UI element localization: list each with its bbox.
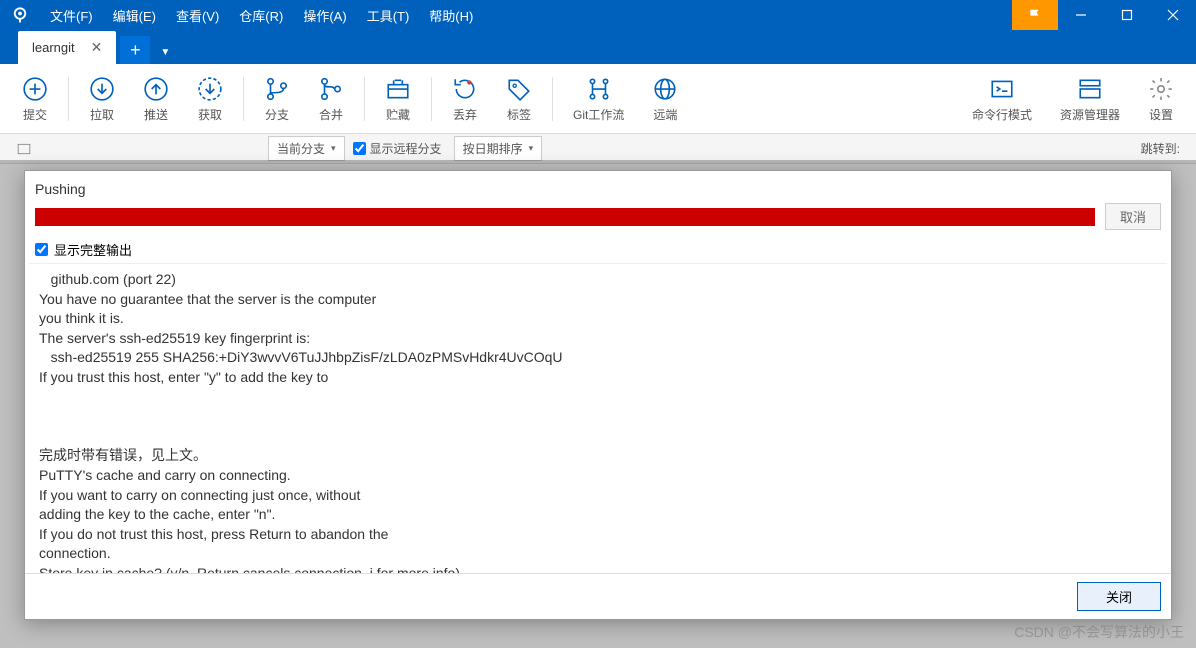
down-circle-icon bbox=[89, 74, 115, 104]
toolbar: 提交 拉取 推送 获取 分支 合并 贮藏 丢弃 标签 Git工作流 远 bbox=[0, 64, 1196, 134]
terminal-icon bbox=[989, 74, 1015, 104]
menubar: 文件(F) 编辑(E) 查看(V) 仓库(R) 操作(A) 工具(T) 帮助(H… bbox=[0, 0, 1196, 30]
pull-button[interactable]: 拉取 bbox=[75, 70, 129, 127]
globe-icon bbox=[652, 74, 678, 104]
flag-button[interactable] bbox=[1012, 0, 1058, 30]
explorer-button[interactable]: 资源管理器 bbox=[1046, 70, 1134, 127]
show-remote-checkbox[interactable]: 显示远程分支 bbox=[353, 140, 442, 157]
watermark: CSDN @不会写算法的小王 bbox=[1014, 622, 1184, 642]
minimize-button[interactable] bbox=[1058, 0, 1104, 30]
tab-close-icon[interactable]: ✕ bbox=[85, 37, 109, 58]
tag-icon bbox=[506, 74, 532, 104]
fetch-circle-icon bbox=[197, 74, 223, 104]
output-pane[interactable]: github.com (port 22) You have no guarant… bbox=[29, 263, 1167, 573]
settings-button[interactable]: 设置 bbox=[1134, 70, 1188, 127]
close-button[interactable]: 关闭 bbox=[1077, 582, 1161, 611]
close-window-button[interactable] bbox=[1150, 0, 1196, 30]
menu-repo[interactable]: 仓库(R) bbox=[229, 0, 293, 30]
chevron-down-icon: ▾ bbox=[331, 143, 336, 154]
dialog-title: Pushing bbox=[25, 171, 1171, 203]
tab-learngit[interactable]: learngit ✕ bbox=[18, 31, 116, 64]
tab-add-button[interactable]: + bbox=[120, 36, 150, 64]
fetch-button[interactable]: 获取 bbox=[183, 70, 237, 127]
merge-button[interactable]: 合并 bbox=[304, 70, 358, 127]
remote-button[interactable]: 远端 bbox=[638, 70, 692, 127]
commit-button[interactable]: 提交 bbox=[8, 70, 62, 127]
show-full-output-checkbox[interactable]: 显示完整输出 bbox=[25, 236, 1171, 263]
branch-icon bbox=[264, 74, 290, 104]
panel-icon bbox=[16, 142, 32, 156]
gear-icon bbox=[1148, 74, 1174, 104]
discard-button[interactable]: 丢弃 bbox=[438, 70, 492, 127]
tag-button[interactable]: 标签 bbox=[492, 70, 546, 127]
menu-help[interactable]: 帮助(H) bbox=[419, 0, 483, 30]
sort-dropdown[interactable]: 按日期排序▾ bbox=[454, 136, 543, 161]
plus-circle-icon bbox=[22, 74, 48, 104]
chevron-down-icon: ▾ bbox=[529, 143, 534, 154]
stash-button[interactable]: 贮藏 bbox=[371, 70, 425, 127]
gitflow-button[interactable]: Git工作流 bbox=[559, 70, 638, 127]
explorer-icon bbox=[1077, 74, 1103, 104]
progress-bar bbox=[35, 208, 1095, 226]
gitflow-icon bbox=[586, 74, 612, 104]
push-dialog: Pushing 取消 显示完整输出 github.com (port 22) Y… bbox=[24, 170, 1172, 620]
discard-icon bbox=[452, 74, 478, 104]
menu-edit[interactable]: 编辑(E) bbox=[103, 0, 166, 30]
menu-tools[interactable]: 工具(T) bbox=[357, 0, 420, 30]
menu-file[interactable]: 文件(F) bbox=[40, 0, 103, 30]
stash-icon bbox=[385, 74, 411, 104]
tab-dropdown-icon[interactable]: ▼ bbox=[152, 41, 178, 64]
goto-label: 跳转到: bbox=[1141, 140, 1188, 157]
tab-label: learngit bbox=[32, 40, 75, 55]
menu-view[interactable]: 查看(V) bbox=[166, 0, 229, 30]
push-button[interactable]: 推送 bbox=[129, 70, 183, 127]
up-circle-icon bbox=[143, 74, 169, 104]
menu-action[interactable]: 操作(A) bbox=[293, 0, 356, 30]
maximize-button[interactable] bbox=[1104, 0, 1150, 30]
branch-dropdown[interactable]: 当前分支▾ bbox=[268, 136, 345, 161]
tabbar: learngit ✕ + ▼ bbox=[0, 30, 1196, 64]
terminal-button[interactable]: 命令行模式 bbox=[958, 70, 1046, 127]
merge-icon bbox=[318, 74, 344, 104]
cancel-button[interactable]: 取消 bbox=[1105, 203, 1161, 230]
branch-button[interactable]: 分支 bbox=[250, 70, 304, 127]
app-logo-icon bbox=[8, 3, 32, 27]
